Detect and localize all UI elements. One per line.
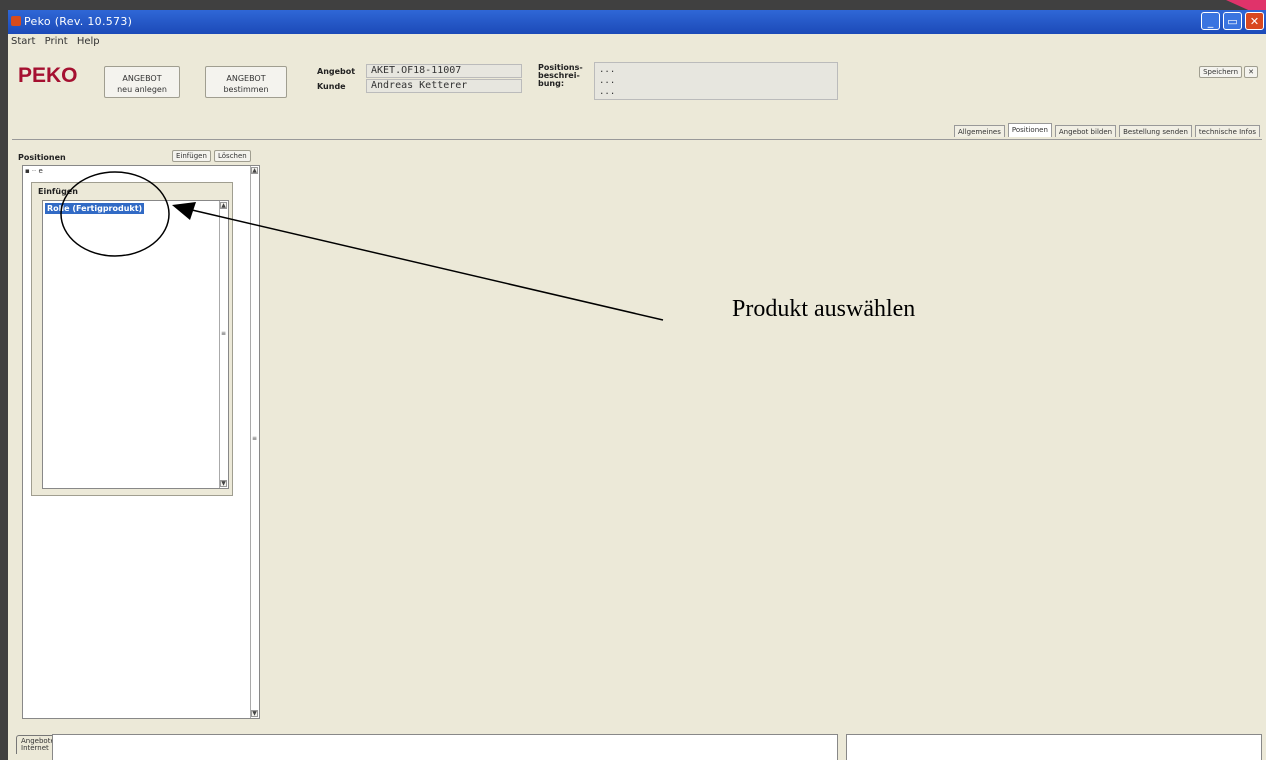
minimize-icon[interactable]: _ — [1201, 12, 1220, 30]
posdesc-line-2: ... — [599, 76, 616, 86]
peko-logo: PEKO — [18, 64, 78, 87]
position-description-field[interactable]: ... ... ... — [594, 62, 838, 100]
position-description-label: Positions- beschrei- bung: — [538, 64, 583, 88]
bottom-right-pane[interactable] — [846, 734, 1262, 760]
save-button[interactable]: Speichern — [1199, 66, 1242, 78]
window-title: Peko (Rev. 10.573) — [24, 15, 133, 28]
scroll-up-icon[interactable]: ▲ — [251, 167, 258, 174]
insert-popup: Einfügen Rolle (Fertigprodukt) ▲ ≡ ▼ — [31, 182, 233, 496]
tree-node-label: e — [38, 167, 43, 175]
app-window: Peko (Rev. 10.573) _ ▭ ✕ Start Print Hel… — [8, 10, 1266, 760]
tab-content-border — [12, 139, 1262, 140]
kunde-field: Andreas Ketterer — [366, 79, 522, 93]
new-offer-label-2: neu anlegen — [117, 85, 167, 94]
new-offer-label-1: ANGEBOT — [122, 74, 162, 83]
scroll-down-icon[interactable]: ▼ — [251, 710, 258, 717]
scroll-thumb-icon[interactable]: ≡ — [251, 436, 258, 446]
tree-expand-icon[interactable]: ▪ — [25, 167, 30, 175]
bottom-tab-line-2: Internet — [21, 744, 49, 752]
close-window-icon[interactable]: ✕ — [1245, 12, 1264, 30]
posdesc-line-1: ... — [599, 65, 616, 75]
tab-technische-infos[interactable]: technische Infos — [1194, 125, 1260, 137]
list-scroll-down-icon[interactable]: ▼ — [220, 480, 227, 487]
bottom-left-pane[interactable] — [52, 734, 838, 760]
list-scroll-thumb-icon[interactable]: ≡ — [220, 331, 227, 341]
bottom-panel: Angebote Internet — [8, 726, 1266, 760]
maximize-icon[interactable]: ▭ — [1223, 12, 1242, 30]
posdesc-label-3: bung: — [538, 79, 565, 88]
menu-bar: Start Print Help — [8, 34, 1266, 50]
insert-popup-title: Einfügen — [38, 187, 78, 196]
finish-offer-button[interactable]: ANGEBOT bestimmen — [205, 66, 287, 98]
list-item-selected[interactable]: Rolle (Fertigprodukt) — [45, 203, 145, 214]
tab-bestellung-senden[interactable]: Bestellung senden — [1119, 125, 1192, 137]
tree-connector-icon: ┄ — [31, 167, 37, 175]
tree-node[interactable]: ▪ ┄ e — [25, 167, 43, 175]
posdesc-line-3: ... — [599, 87, 616, 97]
insert-button[interactable]: Einfügen — [172, 150, 211, 162]
delete-button[interactable]: Löschen — [214, 150, 251, 162]
finish-offer-label-1: ANGEBOT — [226, 74, 266, 83]
tab-positionen[interactable]: Positionen — [1007, 123, 1052, 137]
tree-scrollbar[interactable]: ▲ ≡ ▼ — [250, 166, 259, 718]
app-icon — [11, 16, 21, 26]
menu-print[interactable]: Print — [42, 34, 71, 49]
tab-allgemeines[interactable]: Allgemeines — [954, 125, 1005, 137]
tab-angebot-bilden[interactable]: Angebot bilden — [1054, 125, 1117, 137]
positions-heading: Positionen — [18, 153, 66, 162]
tab-bar: Allgemeines Positionen Angebot bilden Be… — [951, 123, 1260, 137]
list-scroll-up-icon[interactable]: ▲ — [220, 202, 227, 209]
kunde-label: Kunde — [317, 82, 346, 91]
close-icon[interactable]: ✕ — [1244, 66, 1258, 78]
angebot-label: Angebot — [317, 67, 356, 76]
new-offer-button[interactable]: ANGEBOT neu anlegen — [104, 66, 180, 98]
angebot-field: AKET.OF18-11007 — [366, 64, 522, 78]
menu-start[interactable]: Start — [8, 34, 38, 49]
annotation-text: Produkt auswählen — [732, 296, 916, 322]
finish-offer-label-2: bestimmen — [223, 85, 269, 94]
menu-help[interactable]: Help — [74, 34, 103, 49]
title-bar[interactable]: Peko (Rev. 10.573) _ ▭ ✕ — [8, 10, 1266, 34]
list-scrollbar[interactable]: ▲ ≡ ▼ — [219, 201, 228, 488]
product-list[interactable]: Rolle (Fertigprodukt) ▲ ≡ ▼ — [42, 200, 229, 489]
